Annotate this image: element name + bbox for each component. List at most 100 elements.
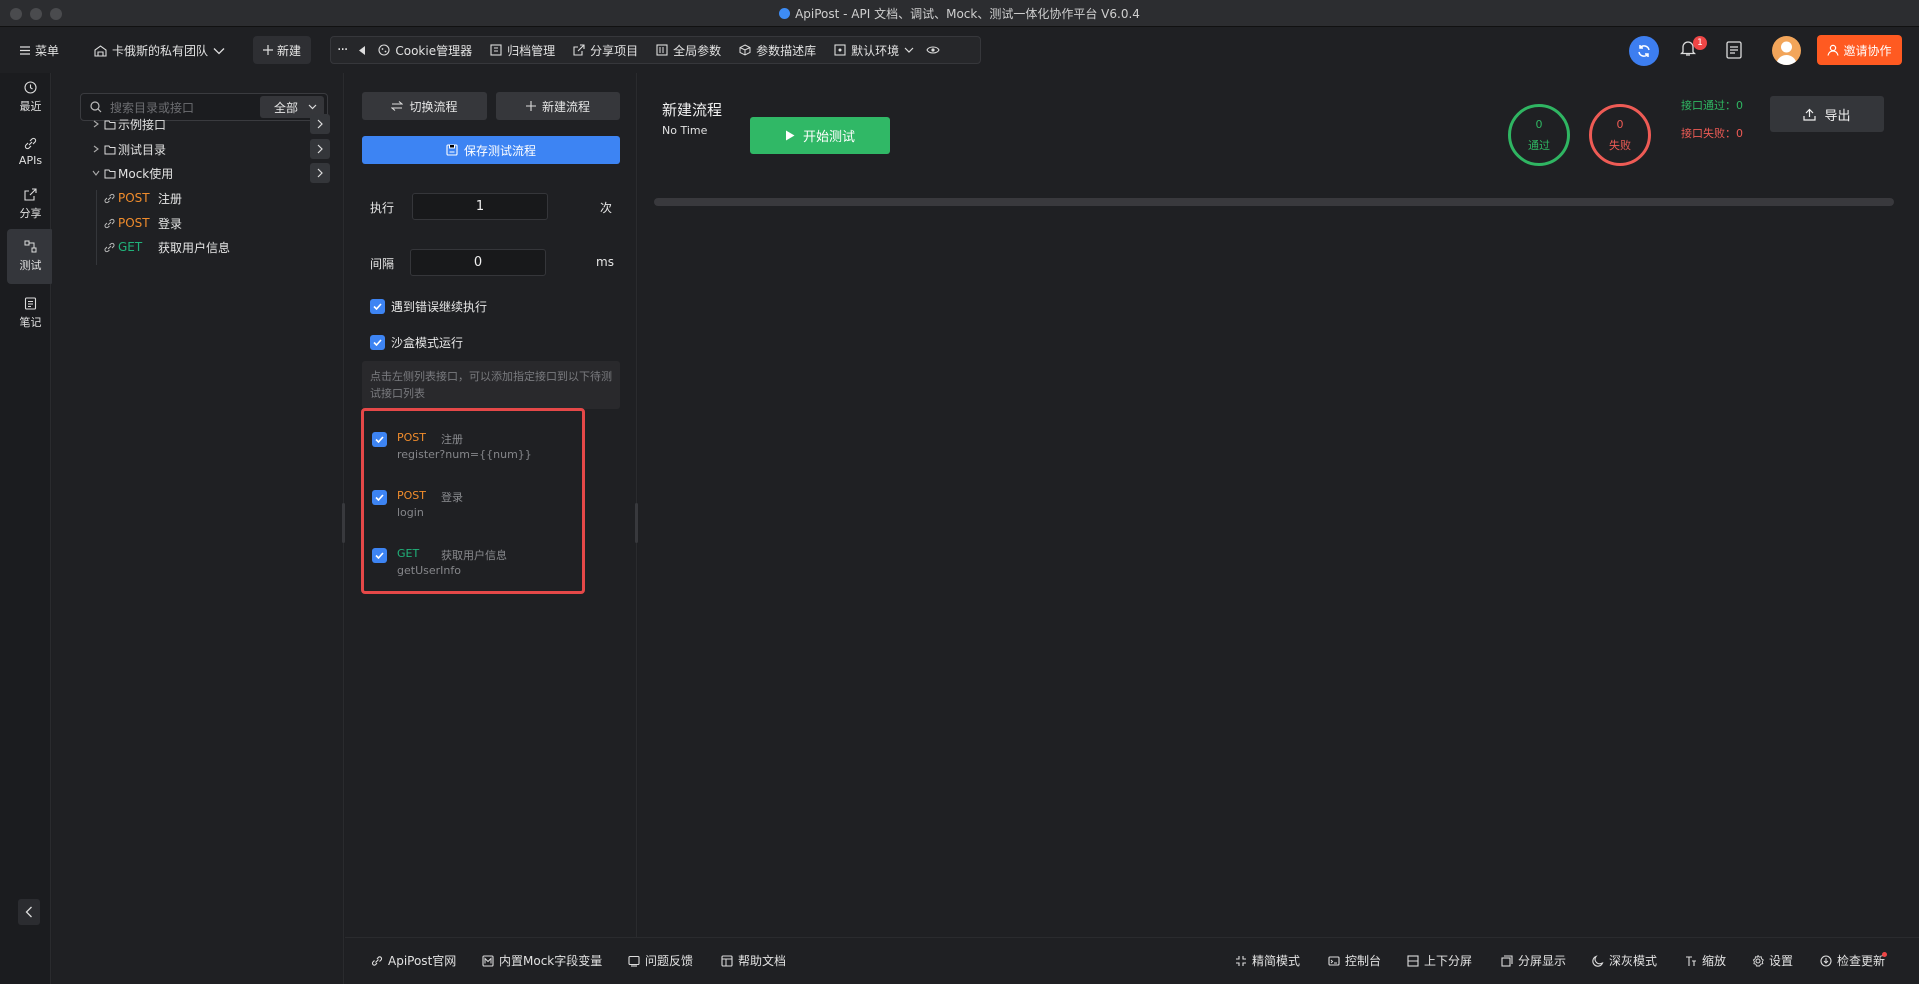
more-icon[interactable]: ···	[337, 42, 348, 58]
switch-flow-button[interactable]: 切换流程	[362, 92, 487, 120]
search-input[interactable]: 搜索目录或接口	[110, 99, 260, 116]
split-display-button[interactable]: 分屏显示	[1501, 952, 1566, 969]
start-test-button[interactable]: 开始测试	[750, 117, 890, 154]
chevron-down-icon[interactable]	[90, 167, 102, 179]
open-folder-button[interactable]	[310, 139, 330, 159]
tree-folder[interactable]: 示例接口	[90, 114, 330, 134]
help-docs-link[interactable]: 帮助文档	[721, 952, 786, 969]
compact-mode-button[interactable]: 精简模式	[1235, 952, 1300, 969]
global-params-button[interactable]: 全局参数	[656, 42, 721, 59]
param-library-button[interactable]: 参数描述库	[739, 42, 816, 59]
scroll-left-icon[interactable]	[359, 45, 366, 55]
link-icon	[104, 193, 115, 203]
checkbox-checked[interactable]	[370, 335, 385, 350]
rail-item-notes[interactable]: 笔记	[7, 286, 54, 341]
checkbox-checked[interactable]	[372, 490, 387, 505]
rail-item-apis[interactable]: APIs	[7, 124, 54, 179]
user-icon	[1827, 44, 1840, 56]
console-button[interactable]: 控制台	[1328, 952, 1381, 969]
tree-api-item[interactable]: POST 登录	[104, 213, 324, 233]
note-icon	[24, 297, 37, 310]
invite-button[interactable]: 邀请协作	[1817, 35, 1902, 65]
link-icon	[371, 955, 383, 966]
tree-folder[interactable]: Mock使用	[90, 163, 330, 183]
rail-item-recent[interactable]: 最近	[7, 70, 54, 125]
hamburger-icon	[20, 46, 30, 55]
rail-item-test[interactable]: 测试	[7, 229, 54, 284]
check-icon	[375, 552, 384, 559]
team-selector[interactable]: 卡俄斯的私有团队	[94, 42, 225, 59]
new-button[interactable]: 新建	[253, 36, 312, 64]
archive-button[interactable]: 归档管理	[490, 42, 555, 59]
plus-icon	[263, 45, 273, 55]
test-progress-bar	[654, 198, 1894, 206]
exec-count-input[interactable]: 1	[412, 193, 548, 220]
exec-unit: 次	[600, 201, 613, 215]
folder-icon	[104, 120, 116, 129]
share-icon	[24, 188, 37, 201]
menu-button[interactable]: 菜单	[20, 42, 59, 59]
flow-title: 新建流程	[662, 101, 723, 119]
mock-vars-link[interactable]: 内置Mock字段变量	[482, 952, 602, 969]
avatar[interactable]	[1772, 36, 1801, 65]
api-pass-stat: 接口通过：0	[1681, 99, 1743, 112]
team-icon	[94, 44, 107, 57]
document-icon[interactable]	[1726, 41, 1742, 59]
apipost-logo-icon	[779, 7, 791, 19]
update-icon	[1820, 954, 1832, 967]
dark-mode-button[interactable]: 深灰模式	[1592, 952, 1657, 969]
maximize-window-button[interactable]	[50, 8, 62, 20]
check-update-button[interactable]: 检查更新	[1820, 952, 1885, 969]
rail-item-share[interactable]: 分享	[7, 177, 54, 232]
open-folder-button[interactable]	[310, 114, 330, 134]
check-icon	[375, 494, 384, 501]
new-flow-button[interactable]: 新建流程	[496, 92, 620, 120]
save-icon	[446, 144, 458, 156]
split-icon	[1501, 954, 1513, 967]
chevron-right-icon[interactable]	[90, 118, 102, 130]
share-project-button[interactable]: 分享项目	[573, 42, 638, 59]
window-controls[interactable]	[10, 8, 62, 20]
open-folder-button[interactable]	[310, 163, 330, 183]
close-window-button[interactable]	[10, 8, 22, 20]
chevron-right-icon[interactable]	[90, 143, 102, 155]
interval-input[interactable]: 0	[410, 249, 546, 276]
checkbox-checked[interactable]	[372, 432, 387, 447]
save-flow-button[interactable]: 保存测试流程	[362, 136, 620, 164]
archive-icon	[490, 44, 502, 56]
checkbox-checked[interactable]	[370, 299, 385, 314]
minimize-window-button[interactable]	[30, 8, 42, 20]
clock-icon	[24, 81, 37, 94]
collapse-sidebar-button[interactable]	[18, 899, 40, 925]
title-bar: ApiPost - API 文档、调试、Mock、测试一体化协作平台 V6.0.…	[0, 0, 1919, 27]
official-site-link[interactable]: ApiPost官网	[371, 952, 456, 969]
check-icon	[375, 436, 384, 443]
tree-api-item[interactable]: GET 获取用户信息	[104, 237, 324, 257]
settings-button[interactable]: 设置	[1752, 952, 1793, 969]
continue-on-error-option[interactable]: 遇到错误继续执行	[370, 298, 487, 315]
compress-icon	[1236, 955, 1246, 966]
split-v-icon	[1407, 954, 1419, 967]
chevron-right-icon	[317, 144, 323, 154]
zoom-button[interactable]: 缩放	[1685, 952, 1726, 969]
export-button[interactable]: 导出	[1770, 96, 1884, 132]
play-icon	[785, 130, 795, 141]
checkbox-checked[interactable]	[372, 548, 387, 563]
cookie-manager-button[interactable]: Cookie管理器	[378, 42, 472, 59]
feedback-link[interactable]: 问题反馈	[628, 952, 693, 969]
folder-icon	[104, 145, 116, 154]
queue-hint: 点击左侧列表接口，可以添加指定接口到以下待测试接口列表	[362, 361, 620, 409]
help-doc-icon	[721, 954, 733, 967]
sandbox-option[interactable]: 沙盒模式运行	[370, 334, 463, 351]
link-icon	[104, 218, 115, 228]
tree-api-item[interactable]: POST 注册	[104, 188, 324, 208]
status-bar: ApiPost官网 内置Mock字段变量 问题反馈 帮助文档 精简模式 控制台 …	[345, 937, 1919, 984]
tree-folder[interactable]: 测试目录	[90, 139, 330, 159]
sync-button[interactable]	[1629, 36, 1659, 66]
split-vertical-button[interactable]: 上下分屏	[1407, 952, 1472, 969]
chevron-right-icon	[317, 168, 323, 178]
environment-selector[interactable]: 默认环境	[834, 42, 914, 59]
folder-icon	[104, 169, 116, 178]
eye-icon[interactable]	[926, 45, 940, 55]
flow-icon	[24, 240, 37, 253]
